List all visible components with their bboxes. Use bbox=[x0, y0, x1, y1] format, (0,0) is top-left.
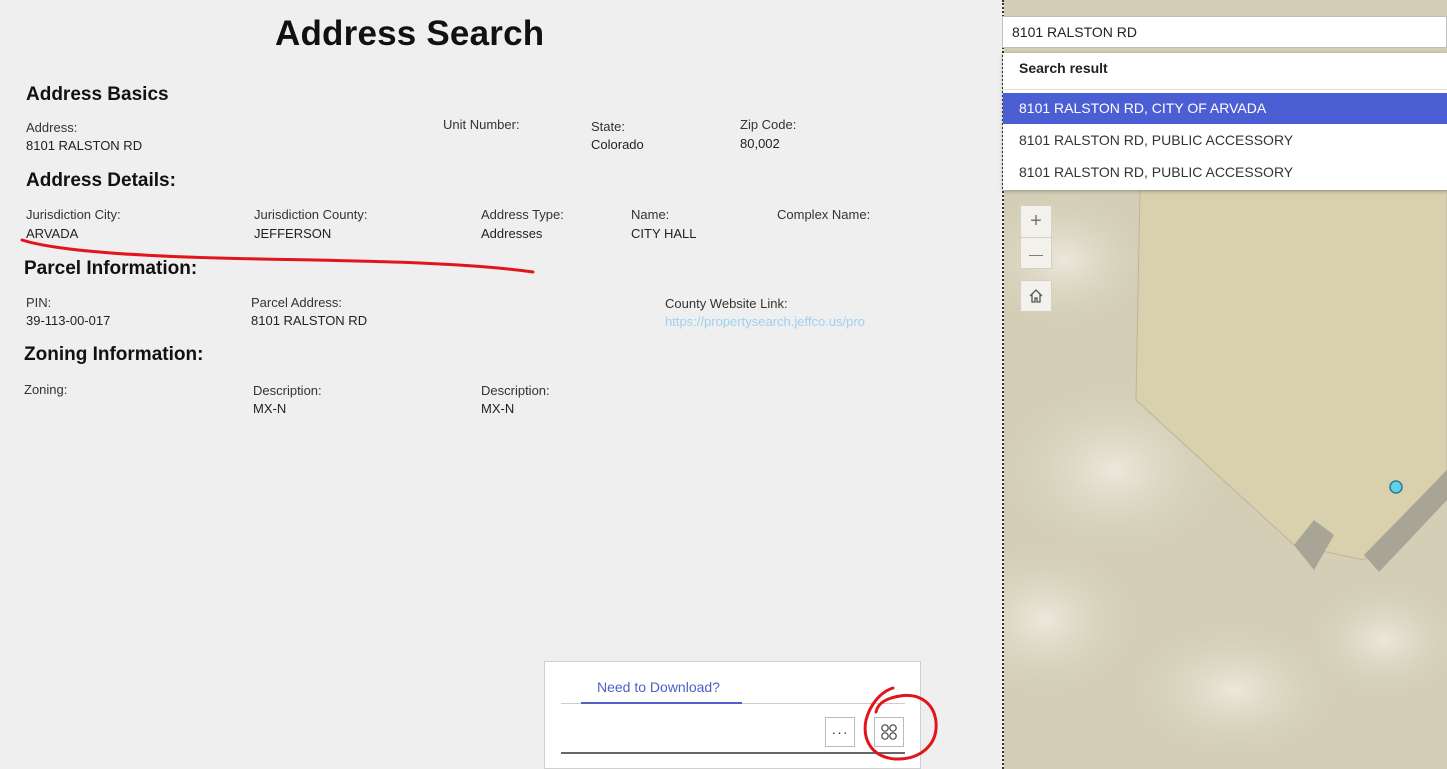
address-details-title: Address Details: bbox=[26, 170, 176, 191]
state-label: State: bbox=[591, 119, 625, 134]
address-panel: Address Search Address Basics Address: 8… bbox=[0, 0, 1002, 769]
jurisdiction-city-label: Jurisdiction City: bbox=[26, 207, 121, 222]
description-value-1: MX-N bbox=[253, 401, 287, 416]
tab-need-to-download[interactable]: Need to Download? bbox=[597, 679, 720, 695]
search-input[interactable] bbox=[1003, 17, 1446, 47]
page-title: Address Search bbox=[275, 14, 545, 53]
complex-name-label: Complex Name: bbox=[777, 207, 871, 222]
search-box bbox=[1002, 16, 1447, 48]
minus-icon: — bbox=[1029, 245, 1043, 262]
search-result-item[interactable]: 8101 RALSTON RD, PUBLIC ACCESSORY bbox=[1003, 125, 1447, 156]
grid-icon bbox=[881, 724, 897, 740]
unit-number-label: Unit Number: bbox=[443, 117, 520, 132]
county-website-label: County Website Link: bbox=[665, 296, 788, 311]
download-panel: Need to Download? ··· bbox=[544, 661, 921, 769]
description-label-2: Description: bbox=[481, 383, 550, 398]
search-result-item[interactable]: 8101 RALSTON RD, CITY OF ARVADA bbox=[1003, 93, 1447, 124]
parcel-information-title: Parcel Information: bbox=[24, 258, 198, 279]
grid-view-button[interactable] bbox=[874, 717, 904, 747]
address-type-value: Addresses bbox=[481, 226, 543, 241]
active-tab-indicator bbox=[581, 702, 742, 704]
zip-code-value: 80,002 bbox=[740, 136, 780, 151]
panel-bottom-rule bbox=[561, 752, 905, 754]
name-label: Name: bbox=[631, 207, 670, 222]
plus-icon: + bbox=[1030, 210, 1042, 232]
zoom-out-button[interactable]: — bbox=[1021, 238, 1051, 269]
jurisdiction-county-label: Jurisdiction County: bbox=[254, 207, 368, 222]
zoom-in-button[interactable]: + bbox=[1021, 206, 1051, 237]
search-result-item[interactable]: 8101 RALSTON RD, PUBLIC ACCESSORY bbox=[1003, 157, 1447, 188]
search-results-header: Search result bbox=[1019, 60, 1108, 76]
zip-code-label: Zip Code: bbox=[740, 117, 797, 132]
jurisdiction-city-value: ARVADA bbox=[26, 226, 79, 241]
more-button[interactable]: ··· bbox=[825, 717, 855, 747]
location-marker bbox=[1389, 480, 1403, 494]
parcel-address-label: Parcel Address: bbox=[251, 295, 343, 310]
name-value: CITY HALL bbox=[631, 226, 697, 241]
pin-label: PIN: bbox=[26, 295, 52, 310]
address-label: Address: bbox=[26, 120, 78, 135]
jurisdiction-county-value: JEFFERSON bbox=[254, 226, 332, 241]
county-website-link[interactable]: https://propertysearch.jeffco.us/pro bbox=[665, 314, 877, 334]
state-value: Colorado bbox=[591, 137, 644, 152]
address-basics-title: Address Basics bbox=[26, 84, 169, 105]
home-icon bbox=[1029, 289, 1043, 303]
address-value: 8101 RALSTON RD bbox=[26, 138, 143, 153]
zoom-control: + — bbox=[1020, 205, 1052, 269]
pin-value: 39-113-00-017 bbox=[26, 313, 111, 328]
search-results-dropdown: Search result 8101 RALSTON RD, CITY OF A… bbox=[1003, 53, 1447, 190]
home-button[interactable] bbox=[1020, 280, 1052, 312]
zoning-label: Zoning: bbox=[24, 382, 68, 397]
description-value-2: MX-N bbox=[481, 401, 515, 416]
address-type-label: Address Type: bbox=[481, 207, 564, 222]
parcel-address-value: 8101 RALSTON RD bbox=[251, 313, 368, 328]
zoning-information-title: Zoning Information: bbox=[24, 344, 204, 365]
results-divider bbox=[1003, 89, 1447, 90]
description-label-1: Description: bbox=[253, 383, 322, 398]
more-icon: ··· bbox=[831, 724, 849, 740]
